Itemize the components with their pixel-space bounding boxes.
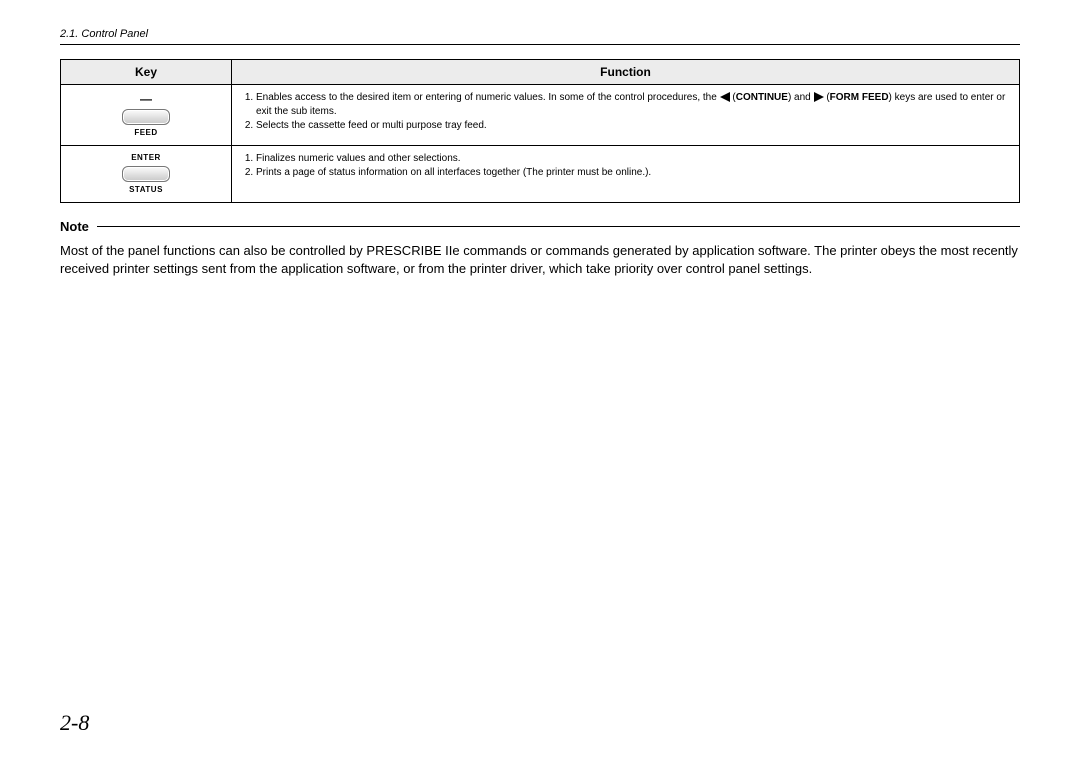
key-top-symbol: — [140, 91, 152, 107]
formfeed-label: FORM FEED [830, 92, 889, 103]
function-cell-enter: Finalizes numeric values and other selec… [232, 145, 1020, 202]
header-rule [60, 44, 1020, 45]
function-cell-feed: Enables access to the desired item or en… [232, 85, 1020, 146]
table-row: — FEED Enables access to the desired ite… [61, 85, 1020, 146]
key-label-status: STATUS [129, 185, 163, 196]
func-item: Enables access to the desired item or en… [256, 91, 1009, 118]
note-rule [97, 226, 1020, 227]
page-number: 2-8 [60, 710, 89, 736]
func-item: Finalizes numeric values and other selec… [256, 152, 1009, 166]
triangle-right-icon [814, 92, 824, 102]
col-header-key: Key [61, 60, 232, 85]
running-header: 2.1. Control Panel [60, 28, 1020, 40]
key-function-table: Key Function — FEED Enables access to th… [60, 59, 1020, 203]
func-item: Prints a page of status information on a… [256, 166, 1009, 180]
key-button-icon [122, 109, 170, 125]
note-heading-row: Note [60, 219, 1020, 234]
note-body: Most of the panel functions can also be … [60, 242, 1020, 278]
table-row: ENTER STATUS Finalizes numeric values an… [61, 145, 1020, 202]
key-cell-enter: ENTER STATUS [61, 145, 232, 202]
func-text: ) and [788, 92, 814, 103]
manual-page: 2.1. Control Panel Key Function — FEED [0, 0, 1080, 764]
continue-label: CONTINUE [736, 92, 788, 103]
key-label-feed: FEED [134, 128, 157, 139]
key-label-enter: ENTER [131, 153, 161, 164]
key-cell-feed: — FEED [61, 85, 232, 146]
col-header-function: Function [232, 60, 1020, 85]
func-text: Enables access to the desired item or en… [256, 92, 720, 103]
note-label: Note [60, 219, 89, 234]
key-button-icon [122, 166, 170, 182]
func-item: Selects the cassette feed or multi purpo… [256, 119, 1009, 133]
triangle-left-icon [720, 92, 730, 102]
